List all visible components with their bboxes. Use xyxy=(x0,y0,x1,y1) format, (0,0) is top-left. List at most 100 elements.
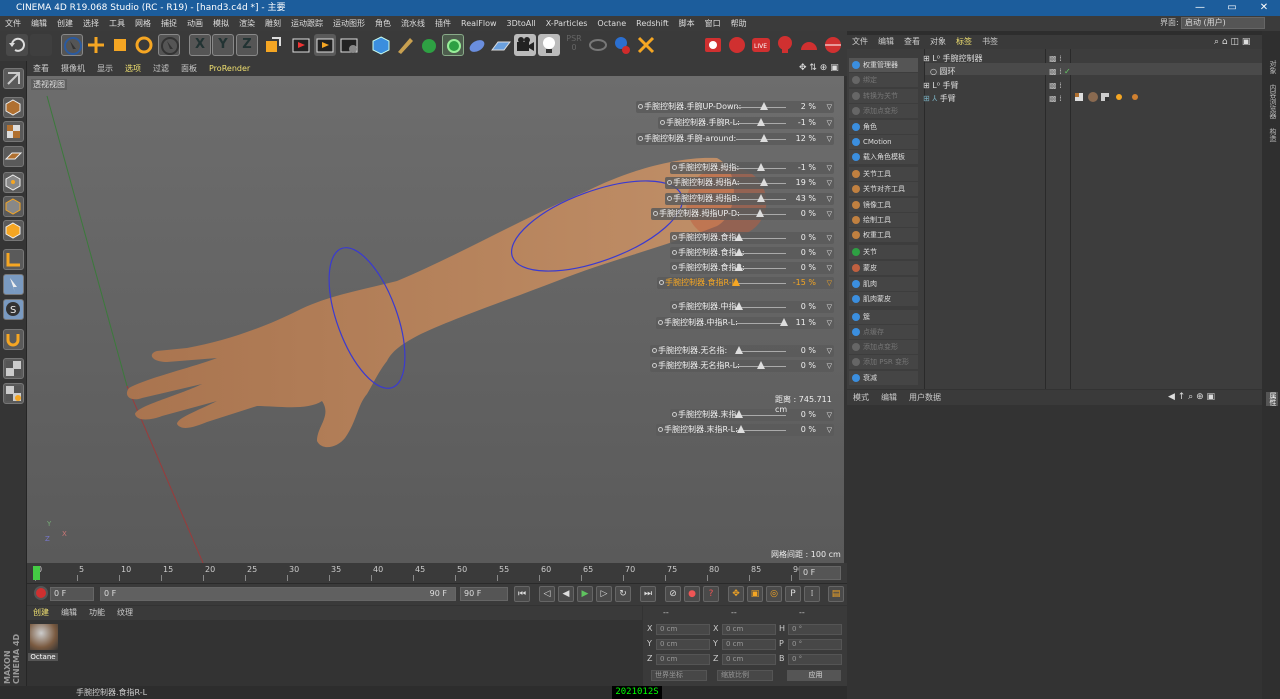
end-frame-field[interactable]: 90 F xyxy=(460,587,508,601)
menu-item[interactable]: 捕捉 xyxy=(156,19,182,28)
visibility-dots[interactable]: ▩ ⁞ xyxy=(1049,80,1062,92)
minimize-icon[interactable]: — xyxy=(1184,0,1216,16)
command-button[interactable]: 绑定 xyxy=(849,73,918,87)
command-button[interactable]: 角色 xyxy=(849,120,918,134)
command-button[interactable]: 簇 xyxy=(849,310,918,324)
menu-item[interactable]: 角色 xyxy=(370,19,396,28)
viewport-menu-item[interactable]: 过滤 xyxy=(147,64,175,73)
visibility-dots[interactable]: ▩ ⁞ xyxy=(1049,93,1062,105)
octane-render-icon[interactable] xyxy=(702,34,724,56)
snap-magnet-icon[interactable] xyxy=(3,329,24,350)
camera-icon[interactable] xyxy=(514,34,536,56)
object-manager-nav-icons[interactable]: ⌕ ⌂ ◫ ▣ xyxy=(1214,37,1250,47)
material-menu-item[interactable]: 创建 xyxy=(27,608,55,617)
object-tags[interactable] xyxy=(1075,92,1145,102)
command-button[interactable]: 添加点变形 xyxy=(849,340,918,354)
slider-track[interactable] xyxy=(736,323,786,324)
menu-item[interactable]: 雕刻 xyxy=(260,19,286,28)
slider-knob[interactable] xyxy=(757,361,765,369)
param-slider[interactable]: 手腕控制器.手腕-around: 12 % ▽ xyxy=(636,132,834,146)
undo-icon[interactable] xyxy=(6,34,28,56)
coord-field[interactable]: 0 cm xyxy=(656,654,710,665)
start-frame-field[interactable]: 0 F xyxy=(50,587,94,601)
keyframe-dot-icon[interactable] xyxy=(653,211,658,216)
redo-icon[interactable] xyxy=(30,34,52,56)
timeline-ruler[interactable]: 0510152025303540455055606570758085900 F xyxy=(27,563,847,583)
coord-field[interactable]: 0 ° xyxy=(788,624,842,635)
keyframe-dot-icon[interactable] xyxy=(672,265,677,270)
octane-light-icon[interactable] xyxy=(774,34,796,56)
viewport-nav-icons[interactable]: ✥ ⇅ ⊕ ▣ xyxy=(799,63,839,73)
keyframe-dot-icon[interactable] xyxy=(638,136,643,141)
command-button[interactable]: 添加点变形 xyxy=(849,104,918,118)
keyframe-dot-icon[interactable] xyxy=(652,348,657,353)
viewport-menu-item[interactable]: ProRender xyxy=(203,64,256,73)
coord-system-icon[interactable] xyxy=(262,34,284,56)
key-pla-icon[interactable]: ⁞ xyxy=(804,586,820,602)
chevron-down-icon[interactable]: ▽ xyxy=(827,276,832,290)
keyframe-dot-icon[interactable] xyxy=(667,196,672,201)
param-slider[interactable]: 手腕控制器.无名指: 0 % ▽ xyxy=(650,344,834,358)
octane-sky-icon[interactable] xyxy=(822,34,844,56)
menu-item[interactable]: 编辑 xyxy=(26,19,52,28)
axis-mode-icon[interactable] xyxy=(3,249,24,270)
menu-item[interactable]: 3DtoAll xyxy=(502,19,541,28)
grid-snap-icon[interactable] xyxy=(3,383,24,404)
layout-select[interactable]: 启动 (用户) xyxy=(1181,17,1265,29)
key-scale-icon[interactable]: ▣ xyxy=(747,586,763,602)
slider-knob[interactable] xyxy=(734,302,743,310)
slider-knob[interactable] xyxy=(759,102,768,110)
coord-field[interactable]: 0 cm xyxy=(722,624,776,635)
tab-content-browser[interactable]: 内容浏览器 xyxy=(1266,84,1278,119)
current-frame-field[interactable]: 0 F xyxy=(799,566,841,580)
key-position-icon[interactable]: ✥ xyxy=(728,586,744,602)
viewport-menu-item[interactable]: 查看 xyxy=(27,64,55,73)
prev-frame-icon[interactable]: ◀ xyxy=(558,586,574,602)
keyframe-dot-icon[interactable] xyxy=(658,427,663,432)
chevron-down-icon[interactable]: ▽ xyxy=(827,176,832,190)
edges-mode-icon[interactable] xyxy=(3,196,24,217)
keyframe-dot-icon[interactable] xyxy=(672,304,677,309)
object-tree-item[interactable]: ⊞ L⁰ 手腕控制器 ▩ ⁞ xyxy=(923,53,1062,65)
menu-item[interactable]: 运动图形 xyxy=(328,19,370,28)
keyframe-dot-icon[interactable] xyxy=(660,120,665,125)
chevron-down-icon[interactable]: ▽ xyxy=(827,423,832,437)
command-button[interactable]: 绘制工具 xyxy=(849,213,918,227)
chevron-down-icon[interactable]: ▽ xyxy=(827,261,832,275)
param-slider[interactable]: 手腕控制器.中指: 0 % ▽ xyxy=(670,300,834,314)
floor-icon[interactable] xyxy=(490,34,512,56)
material-name[interactable]: Octane xyxy=(28,653,58,661)
command-button[interactable]: 添加 PSR 变形 xyxy=(849,355,918,369)
workplane-icon[interactable] xyxy=(3,146,24,167)
chevron-down-icon[interactable]: ▽ xyxy=(827,344,832,358)
param-slider[interactable]: 手腕控制器.无名指R-L: 0 % ▽ xyxy=(650,359,834,373)
param-slider[interactable]: 手腕控制器.中指R-L: 11 % ▽ xyxy=(656,316,834,330)
solo-icon[interactable]: S xyxy=(3,299,24,320)
key-help-icon[interactable]: ? xyxy=(703,586,719,602)
chevron-down-icon[interactable]: ▽ xyxy=(827,207,832,221)
rotate-icon[interactable] xyxy=(133,34,155,56)
render-view-icon[interactable] xyxy=(290,34,312,56)
key-rotation-icon[interactable]: ◎ xyxy=(766,586,782,602)
apply-button[interactable]: 应用 xyxy=(787,670,841,681)
slider-knob[interactable] xyxy=(734,233,743,241)
keyframe-dot-icon[interactable] xyxy=(672,235,677,240)
param-slider[interactable]: 手腕控制器.手腕R-L: -1 % ▽ xyxy=(658,116,834,130)
param-slider[interactable]: 手腕控制器.食指B: 0 % ▽ xyxy=(670,261,834,275)
command-button[interactable]: 权重管理器 xyxy=(849,58,918,72)
z-axis-icon[interactable]: Z xyxy=(236,34,258,56)
command-button[interactable]: 转换为关节 xyxy=(849,89,918,103)
playhead[interactable] xyxy=(33,566,40,580)
menu-item[interactable]: Octane xyxy=(592,19,631,28)
object-menu-item[interactable]: 查看 xyxy=(899,37,925,46)
close-icon[interactable]: ✕ xyxy=(1248,0,1280,16)
coord-field[interactable]: 0 ° xyxy=(788,654,842,665)
live-select-icon[interactable] xyxy=(158,34,180,56)
object-menu-item[interactable]: 编辑 xyxy=(873,37,899,46)
command-button[interactable]: 镜像工具 xyxy=(849,198,918,212)
pen-icon[interactable] xyxy=(394,34,416,56)
coord-field[interactable]: 0 cm xyxy=(722,654,776,665)
select-icon[interactable] xyxy=(61,34,83,56)
slider-knob[interactable] xyxy=(737,425,745,433)
param-slider[interactable]: 手腕控制器.末指R-L: 0 % ▽ xyxy=(656,423,834,437)
